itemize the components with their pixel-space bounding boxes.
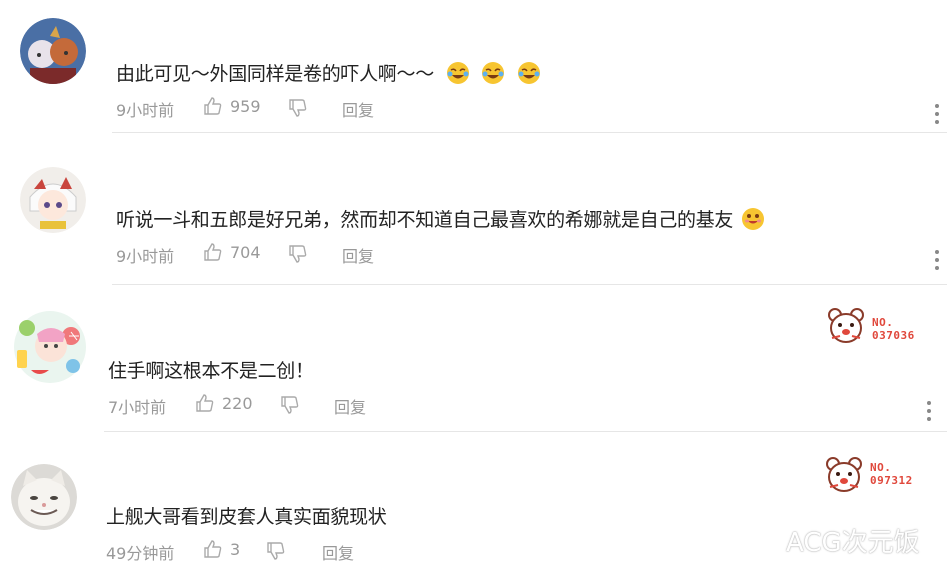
more-options-icon[interactable] <box>935 250 941 272</box>
comment-text: 听说一斗和五郎是好兄弟，然而却不知道自己最喜欢的希娜就是自己的基友 <box>116 205 765 232</box>
thumbs-down-icon[interactable] <box>288 244 308 264</box>
badge-number: NO. 097312 <box>870 461 913 487</box>
thumbs-up-icon[interactable] <box>203 242 223 262</box>
like-count: 220 <box>222 394 253 413</box>
comment-body: 由此可见～外国同样是卷的吓人啊～～ <box>116 63 434 85</box>
divider <box>112 132 947 133</box>
avatar[interactable] <box>11 464 77 530</box>
avatar[interactable] <box>9 306 91 388</box>
thumbs-down-icon[interactable] <box>280 395 300 415</box>
watermark: ACG次元饭 <box>786 528 920 558</box>
badge-number: NO. 037036 <box>872 316 915 342</box>
crying-laughing-emoji <box>518 62 541 84</box>
comment-meta: 7小时前 220 回复 <box>108 393 408 417</box>
fan-badge: NO. 037036 <box>826 306 936 346</box>
comment-meta: 9小时前 959 回复 <box>116 96 416 120</box>
like-count: 959 <box>230 97 261 116</box>
reply-button[interactable]: 回复 <box>334 394 366 418</box>
reply-button[interactable]: 回复 <box>342 243 374 267</box>
reply-button[interactable]: 回复 <box>322 540 354 564</box>
thumbs-down-icon[interactable] <box>266 541 286 561</box>
drooling-emoji <box>741 208 764 230</box>
bear-icon <box>828 308 864 343</box>
avatar[interactable] <box>20 167 86 233</box>
divider <box>104 431 947 432</box>
comment-meta: 9小时前 704 回复 <box>116 242 416 266</box>
comment-text: 住手啊这根本不是二创！ <box>108 356 314 383</box>
bear-icon <box>826 457 862 492</box>
comment-body: 住手啊这根本不是二创！ <box>108 360 314 382</box>
comment-meta: 49分钟前 3 回复 <box>106 539 406 563</box>
comment-time: 9小时前 <box>116 101 175 120</box>
thumbs-up-icon[interactable] <box>195 393 215 413</box>
crying-laughing-emoji <box>482 62 505 84</box>
comment-text: 由此可见～外国同样是卷的吓人啊～～ <box>116 59 541 86</box>
fan-badge: NO. 097312 <box>824 455 934 495</box>
crying-laughing-emoji <box>446 62 469 84</box>
like-count: 704 <box>230 243 261 262</box>
avatar[interactable] <box>20 18 86 84</box>
reply-button[interactable]: 回复 <box>342 97 374 121</box>
comment-body: 听说一斗和五郎是好兄弟，然而却不知道自己最喜欢的希娜就是自己的基友 <box>116 209 734 231</box>
more-options-icon[interactable] <box>935 104 941 126</box>
more-options-icon[interactable] <box>927 401 933 423</box>
comment-text: 上舰大哥看到皮套人真实面貌现状 <box>106 502 387 529</box>
comment-body: 上舰大哥看到皮套人真实面貌现状 <box>106 506 387 528</box>
thumbs-up-icon[interactable] <box>203 539 223 559</box>
comment-time: 49分钟前 <box>106 544 175 563</box>
thumbs-down-icon[interactable] <box>288 98 308 118</box>
like-count: 3 <box>230 540 241 559</box>
comment-time: 7小时前 <box>108 398 167 417</box>
comment-time: 9小时前 <box>116 247 175 266</box>
divider <box>112 284 947 285</box>
thumbs-up-icon[interactable] <box>203 96 223 116</box>
